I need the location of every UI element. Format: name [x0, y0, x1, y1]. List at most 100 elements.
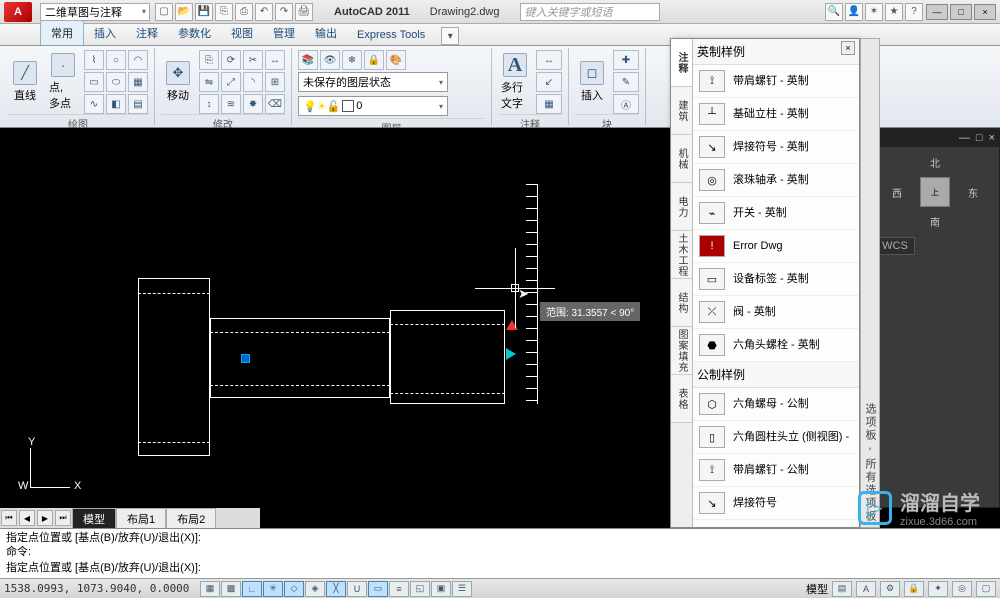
- tool-fillet-icon[interactable]: ◝: [243, 72, 263, 92]
- status-lwt-icon[interactable]: ≡: [389, 581, 409, 597]
- block-attr-icon[interactable]: Ⓐ: [613, 94, 639, 114]
- tool-rect-icon[interactable]: ▭: [84, 72, 104, 92]
- status-3dosnap-icon[interactable]: ◈: [305, 581, 325, 597]
- ribbon-appearance-icon[interactable]: ▾: [441, 27, 459, 45]
- palette-tab-6[interactable]: 图案填充: [671, 327, 692, 375]
- ribbon-tab-annotate[interactable]: 注释: [126, 21, 168, 45]
- status-otrack-icon[interactable]: ╳: [326, 581, 346, 597]
- window-minimize-button[interactable]: —: [926, 4, 948, 20]
- palette-item[interactable]: ▭设备标签 - 英制: [693, 263, 859, 296]
- tool-move[interactable]: ✥ 移动: [161, 50, 195, 114]
- palette-item[interactable]: ┴基础立柱 - 英制: [693, 98, 859, 131]
- tool-point[interactable]: · 点, 多点: [46, 50, 80, 114]
- tool-hatch-icon[interactable]: ▦: [128, 72, 148, 92]
- status-lock-icon[interactable]: 🔒: [904, 581, 924, 597]
- navpanel-min-icon[interactable]: —: [959, 132, 970, 144]
- layercolor-icon[interactable]: 🎨: [386, 50, 406, 70]
- status-qp-icon[interactable]: ▣: [431, 581, 451, 597]
- tool-extend-icon[interactable]: ↔: [265, 50, 285, 70]
- navpanel-max-icon[interactable]: □: [976, 132, 983, 144]
- view-cube[interactable]: 北 南 西 东 上: [900, 157, 970, 227]
- layout-nav-prev[interactable]: ◀: [19, 510, 35, 526]
- palette-tab-2[interactable]: 机械: [671, 135, 692, 183]
- status-workspace-icon[interactable]: ⚙: [880, 581, 900, 597]
- palette-title-bar[interactable]: 选项板 - 所有选项板: [860, 38, 880, 528]
- tool-rotate-icon[interactable]: ⟳: [221, 50, 241, 70]
- tool-insert-block[interactable]: ◻ 插入: [575, 50, 609, 114]
- palette-item[interactable]: ⟟带肩螺钉 - 公制: [693, 454, 859, 487]
- status-sc-icon[interactable]: ☰: [452, 581, 472, 597]
- layout-nav-last[interactable]: ⏭: [55, 510, 71, 526]
- palette-item[interactable]: ↘焊接符号: [693, 487, 859, 520]
- palette-item[interactable]: ◎滚珠轴承 - 英制: [693, 164, 859, 197]
- palette-item[interactable]: ⬡六角螺母 - 公制: [693, 388, 859, 421]
- workspace-dropdown[interactable]: 二维草图与注释: [40, 3, 150, 21]
- status-annoscale-icon[interactable]: A: [856, 581, 876, 597]
- tool-spline-icon[interactable]: ∿: [84, 94, 104, 114]
- tool-scale-icon[interactable]: ⤢: [221, 72, 241, 92]
- tool-erase-icon[interactable]: ⌫: [265, 94, 285, 114]
- tool-mirror-icon[interactable]: ⇋: [199, 72, 219, 92]
- status-quickview-icon[interactable]: ▤: [832, 581, 852, 597]
- palette-item[interactable]: ⟟带肩螺钉 - 英制: [693, 65, 859, 98]
- dim-linear-icon[interactable]: ↔: [536, 50, 562, 70]
- layer-state-dropdown[interactable]: 未保存的图层状态: [298, 72, 448, 92]
- status-snap-icon[interactable]: ▦: [200, 581, 220, 597]
- palette-item[interactable]: ⤫阀 - 英制: [693, 296, 859, 329]
- ribbon-tab-parametric[interactable]: 参数化: [168, 21, 221, 45]
- qat-plot-icon[interactable]: ⎙: [235, 3, 253, 21]
- tool-arc-icon[interactable]: ◠: [128, 50, 148, 70]
- infocenter-search-icon[interactable]: 🔍: [825, 3, 843, 21]
- ribbon-tab-home[interactable]: 常用: [40, 20, 84, 45]
- status-hardware-icon[interactable]: ✦: [928, 581, 948, 597]
- layerlock-icon[interactable]: 🔒: [364, 50, 384, 70]
- palette-item[interactable]: ↘焊接符号 - 英制: [693, 131, 859, 164]
- status-polar-icon[interactable]: ✳: [263, 581, 283, 597]
- layout-nav-next[interactable]: ▶: [37, 510, 53, 526]
- leader-icon[interactable]: ↙: [536, 72, 562, 92]
- status-dyn-icon[interactable]: ▭: [368, 581, 388, 597]
- palette-tab-1[interactable]: 建筑: [671, 87, 692, 135]
- exchange-icon[interactable]: ✶: [865, 3, 883, 21]
- tool-polyline-icon[interactable]: ⌇: [84, 50, 104, 70]
- block-edit-icon[interactable]: ✎: [613, 72, 639, 92]
- status-coordinates[interactable]: 1538.0993, 1073.9040, 0.0000: [4, 582, 194, 595]
- ribbon-tab-express[interactable]: Express Tools: [347, 25, 435, 45]
- palette-tab-5[interactable]: 结构: [671, 279, 692, 327]
- app-menu-button[interactable]: A: [4, 2, 32, 22]
- palette-item[interactable]: !Error Dwg: [693, 230, 859, 263]
- tool-circle-icon[interactable]: ○: [106, 50, 126, 70]
- window-maximize-button[interactable]: □: [950, 4, 972, 20]
- help-icon[interactable]: ?: [905, 3, 923, 21]
- qat-open-icon[interactable]: 📂: [175, 3, 193, 21]
- grip-point[interactable]: [241, 354, 250, 363]
- tool-offset-icon[interactable]: ≋: [221, 94, 241, 114]
- tool-line[interactable]: ╱ 直线: [8, 50, 42, 114]
- layout-tab-model[interactable]: 模型: [72, 508, 116, 529]
- qat-save-icon[interactable]: 💾: [195, 3, 213, 21]
- layerfreeze-icon[interactable]: ❄: [342, 50, 362, 70]
- layout-nav-first[interactable]: ⏮: [1, 510, 17, 526]
- layerprop-icon[interactable]: 📚: [298, 50, 318, 70]
- qat-redo-icon[interactable]: ↷: [275, 3, 293, 21]
- status-isolate-icon[interactable]: ◎: [952, 581, 972, 597]
- wcs-dropdown[interactable]: WCS: [875, 237, 915, 255]
- navpanel-close-icon[interactable]: ×: [989, 132, 995, 144]
- command-input[interactable]: [205, 560, 994, 574]
- table-icon[interactable]: ▦: [536, 94, 562, 114]
- ribbon-tab-output[interactable]: 输出: [305, 21, 347, 45]
- ribbon-tab-manage[interactable]: 管理: [263, 21, 305, 45]
- qat-saveas-icon[interactable]: ⎘: [215, 3, 233, 21]
- tool-array-icon[interactable]: ⊞: [265, 72, 285, 92]
- layout-tab-layout2[interactable]: 布局2: [166, 508, 216, 529]
- tool-ellipse-icon[interactable]: ⬭: [106, 72, 126, 92]
- sign-in-icon[interactable]: 👤: [845, 3, 863, 21]
- tool-copy-icon[interactable]: ⎘: [199, 50, 219, 70]
- status-clean-icon[interactable]: ▢: [976, 581, 996, 597]
- viewcube-top-face[interactable]: 上: [920, 177, 950, 207]
- qat-new-icon[interactable]: ▢: [155, 3, 173, 21]
- palette-item[interactable]: ⌁开关 - 英制: [693, 197, 859, 230]
- layeriso-icon[interactable]: 👁: [320, 50, 340, 70]
- block-create-icon[interactable]: ✚: [613, 50, 639, 70]
- tool-mtext[interactable]: A 多行文字: [498, 50, 532, 114]
